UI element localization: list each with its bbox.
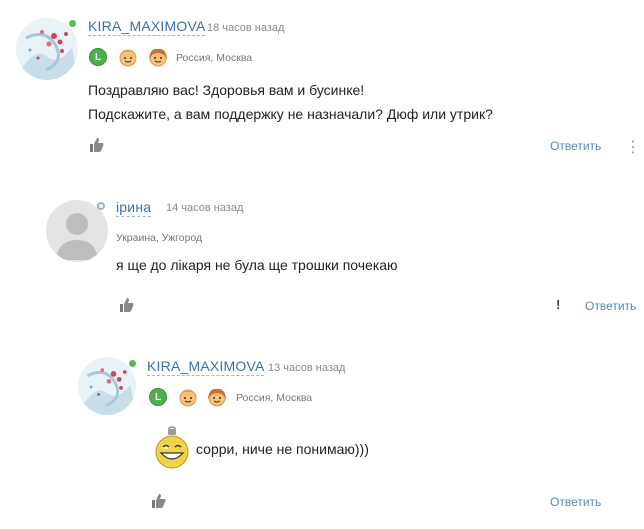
comment-text-line: Поздравляю вас! Здоровья вам и бусинке!: [88, 82, 365, 98]
like-icon[interactable]: [150, 492, 167, 514]
boy-face-icon: [118, 47, 138, 67]
location: Украина, Ужгород: [116, 232, 203, 244]
comment-text-line: Подскажите, а вам поддержку не назначали…: [88, 106, 493, 122]
avatar[interactable]: [16, 18, 78, 80]
location: Россия, Москва: [236, 392, 313, 404]
reply-link[interactable]: Ответить: [550, 495, 601, 509]
boy-face-icon: [178, 387, 198, 407]
grinning-ornament-smiley-icon: [152, 425, 192, 474]
timestamp: 14 часов назад: [166, 202, 244, 214]
avatar[interactable]: [78, 357, 136, 415]
online-indicator: [69, 20, 76, 27]
reply-link[interactable]: Ответить: [585, 299, 636, 313]
timestamp: 13 часов назад: [268, 362, 346, 374]
girl-face-icon: [148, 47, 168, 67]
location: Россия, Москва: [176, 52, 253, 64]
reply-link[interactable]: Ответить: [550, 139, 601, 153]
username-link[interactable]: KIRA_MAXIMOVA: [147, 358, 265, 376]
like-icon[interactable]: [118, 296, 135, 318]
like-icon[interactable]: [88, 136, 105, 158]
online-indicator: [129, 360, 136, 367]
timestamp: 18 часов назад: [207, 22, 285, 34]
username-link[interactable]: KIRA_MAXIMOVA: [88, 18, 206, 36]
report-button[interactable]: !: [556, 297, 560, 312]
comment-text-line: сорри, ниче не понимаю))): [196, 441, 369, 457]
offline-indicator: [97, 202, 105, 210]
more-options-icon[interactable]: ⋮: [625, 137, 641, 157]
girl-face-icon: [207, 387, 227, 407]
comment-text-line: я ще до лікаря не була ще трошки почекаю: [116, 257, 398, 273]
username-link[interactable]: ірина: [116, 199, 152, 217]
level-badge: L: [149, 388, 167, 406]
level-badge: L: [89, 48, 107, 66]
